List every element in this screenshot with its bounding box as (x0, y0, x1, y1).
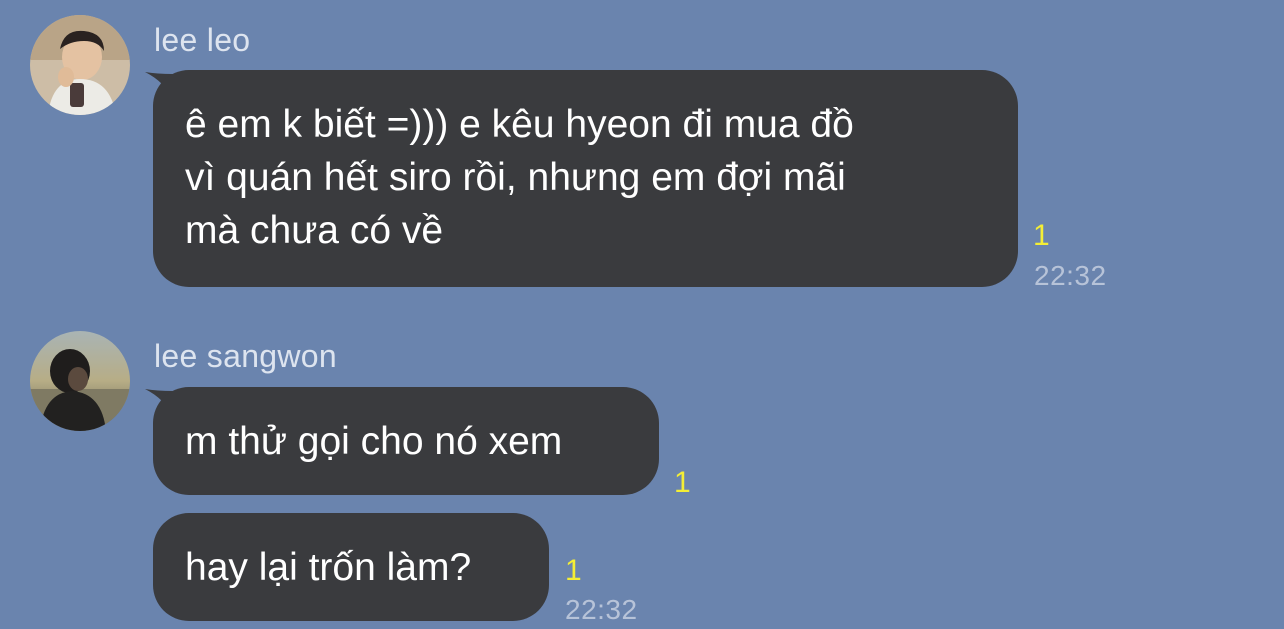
avatar-lee-sangwon[interactable] (30, 331, 130, 431)
avatar-lee-leo[interactable] (30, 15, 130, 115)
message-text: ê em k biết =))) e kêu hyeon đi mua đồ v… (185, 103, 854, 252)
sender-name: lee sangwon (154, 338, 337, 374)
message-bubble[interactable]: ê em k biết =))) e kêu hyeon đi mua đồ v… (153, 70, 1018, 287)
message-text: hay lại trốn làm? (185, 546, 472, 589)
message-text: m thử gọi cho nó xem (185, 420, 563, 463)
message-time: 22:32 (1034, 260, 1107, 291)
unread-count: 1 (565, 554, 582, 587)
message-time: 22:32 (565, 594, 638, 625)
unread-count: 1 (1033, 219, 1050, 252)
message-bubble[interactable]: hay lại trốn làm? (153, 513, 549, 621)
sender-name: lee leo (154, 22, 251, 58)
message-bubble[interactable]: m thử gọi cho nó xem (153, 387, 659, 495)
unread-count: 1 (674, 466, 691, 499)
